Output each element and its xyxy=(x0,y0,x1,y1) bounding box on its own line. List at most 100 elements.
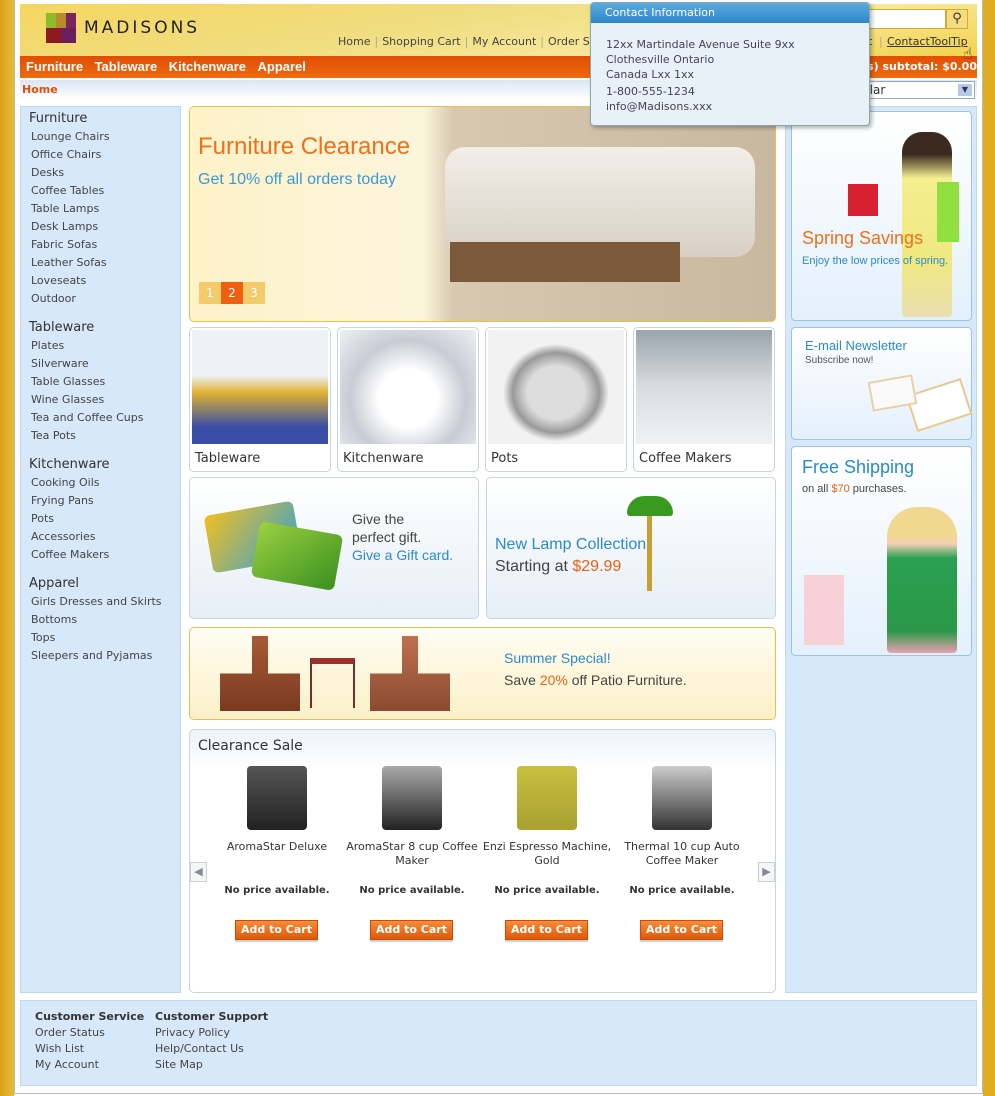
sidebar-item[interactable]: Office Chairs xyxy=(29,148,180,166)
product-price: No price available. xyxy=(359,885,465,896)
newsletter-promo[interactable]: E-mail Newsletter Subscribe now! xyxy=(791,327,973,440)
lamp-promo[interactable]: New Lamp Collection Starting at $29.99 xyxy=(486,477,776,619)
tile-kitchenware[interactable]: Kitchenware xyxy=(337,327,479,472)
logo-icon[interactable] xyxy=(46,13,76,43)
sidebar-item[interactable]: Desks xyxy=(29,166,180,184)
product-image[interactable] xyxy=(652,766,712,830)
tile-coffee-makers[interactable]: Coffee Makers xyxy=(633,327,775,472)
sidebar-item[interactable]: Loveseats xyxy=(29,274,180,292)
next-arrow-icon[interactable]: ▶ xyxy=(758,862,775,882)
sidebar-item[interactable]: Tops xyxy=(29,631,180,649)
add-to-cart-button[interactable]: Add to Cart xyxy=(505,920,588,940)
pager-1[interactable]: 1 xyxy=(199,282,221,304)
nav-tableware[interactable]: Tableware xyxy=(95,59,158,74)
newsletter-title: E-mail Newsletter xyxy=(805,338,907,353)
pager-2[interactable]: 2 xyxy=(221,282,243,304)
sidebar-item[interactable]: Accessories xyxy=(29,530,180,548)
add-to-cart-button[interactable]: Add to Cart xyxy=(640,920,723,940)
nav-apparel[interactable]: Apparel xyxy=(258,59,306,74)
sidebar-category[interactable]: Tableware xyxy=(29,320,180,335)
tile-label: Tableware xyxy=(195,451,261,466)
link-shopping-cart[interactable]: Shopping Cart xyxy=(382,35,460,48)
product-image[interactable] xyxy=(247,766,307,830)
product-image[interactable] xyxy=(382,766,442,830)
clearance-title: Clearance Sale xyxy=(198,738,303,754)
cart-subtotal[interactable]: s) subtotal: $0.00 xyxy=(867,60,977,73)
sidebar-item[interactable]: Lounge Chairs xyxy=(29,130,180,148)
sidebar-item[interactable]: Plates xyxy=(29,339,180,357)
bag-icon xyxy=(848,184,878,216)
sidebar-category[interactable]: Apparel xyxy=(29,576,180,591)
add-to-cart-button[interactable]: Add to Cart xyxy=(235,920,318,940)
lamp-image xyxy=(627,496,673,516)
summer-promo[interactable]: Summer Special! Save 20% off Patio Furni… xyxy=(189,627,776,720)
phone: 1-800-555-1234 xyxy=(606,85,695,98)
sidebar-category[interactable]: Furniture xyxy=(29,111,180,126)
sidebar-item[interactable]: Tea Pots xyxy=(29,429,180,447)
sidebar-item[interactable]: Table Lamps xyxy=(29,202,180,220)
product-name[interactable]: Enzi Espresso Machine, Gold xyxy=(478,840,616,868)
toaster-image xyxy=(340,330,476,444)
product-image[interactable] xyxy=(517,766,577,830)
product-price: No price available. xyxy=(224,885,330,896)
sidebar-category[interactable]: Kitchenware xyxy=(29,457,180,472)
tile-pots[interactable]: Pots xyxy=(485,327,627,472)
gift-card-promo[interactable]: Give the perfect gift. Give a Gift card. xyxy=(189,477,479,619)
sidebar-item[interactable]: Tea and Coffee Cups xyxy=(29,411,180,429)
gift-card-image xyxy=(250,521,344,591)
nav-furniture[interactable]: Furniture xyxy=(26,59,83,74)
sidebar-item[interactable]: Coffee Makers xyxy=(29,548,180,566)
hero-banner[interactable]: Furniture Clearance Get 10% off all orde… xyxy=(189,106,776,322)
nav-kitchenware[interactable]: Kitchenware xyxy=(169,59,246,74)
sidebar-item[interactable]: Silverware xyxy=(29,357,180,375)
spring-sub: Enjoy the low prices of spring. xyxy=(802,255,949,267)
sidebar-item[interactable]: Desk Lamps xyxy=(29,220,180,238)
tile-label: Kitchenware xyxy=(343,451,424,466)
spring-savings-promo[interactable]: Spring Savings Enjoy the low prices of s… xyxy=(791,111,972,321)
sidebar-item[interactable]: Cooking Oils xyxy=(29,476,180,494)
sidebar-item[interactable]: Pots xyxy=(29,512,180,530)
product-name[interactable]: Thermal 10 cup Auto Coffee Maker xyxy=(613,840,751,868)
sidebar-item[interactable]: Leather Sofas xyxy=(29,256,180,274)
gift-line2: perfect gift. xyxy=(352,529,422,545)
sidebar-item[interactable]: Bottoms xyxy=(29,613,180,631)
footer-link[interactable]: Wish List xyxy=(35,1041,144,1057)
logo-text[interactable]: MADISONS xyxy=(84,18,200,38)
link-home[interactable]: Home xyxy=(338,35,370,48)
sidebar-item[interactable]: Sleepers and Pyjamas xyxy=(29,649,180,667)
tile-tableware[interactable]: Tableware xyxy=(189,327,331,472)
summer-title: Summer Special! xyxy=(504,650,611,666)
sidebar-item[interactable]: Fabric Sofas xyxy=(29,238,180,256)
prev-arrow-icon[interactable]: ◀ xyxy=(190,862,207,882)
footer-link[interactable]: My Account xyxy=(35,1057,144,1073)
chair-image xyxy=(370,636,450,711)
breadcrumb-home[interactable]: Home xyxy=(22,83,58,96)
link-my-account[interactable]: My Account xyxy=(472,35,536,48)
clearance-sale: Clearance Sale AromaStar Deluxe No price… xyxy=(189,729,776,993)
lamp-price: $29.99 xyxy=(572,558,622,575)
gift-line1: Give the xyxy=(352,511,405,527)
contact-tooltip-link[interactable]: ContactToolTip xyxy=(887,35,968,48)
footer-link[interactable]: Order Status xyxy=(35,1025,144,1041)
shipping-title: Free Shipping xyxy=(802,457,915,477)
link-order[interactable]: Order S xyxy=(548,35,590,48)
free-shipping-promo[interactable]: Free Shipping on all $70 purchases. xyxy=(791,446,972,656)
table-image xyxy=(310,658,355,708)
sidebar-item[interactable]: Coffee Tables xyxy=(29,184,180,202)
product-name[interactable]: AromaStar 8 cup Coffee Maker xyxy=(343,840,481,868)
sidebar-item[interactable]: Girls Dresses and Skirts xyxy=(29,595,180,613)
product-name[interactable]: AromaStar Deluxe xyxy=(208,840,346,854)
sidebar-item[interactable]: Table Glasses xyxy=(29,375,180,393)
search-icon: ⚲ xyxy=(952,11,962,26)
sidebar-item[interactable]: Frying Pans xyxy=(29,494,180,512)
sidebar-item[interactable]: Wine Glasses xyxy=(29,393,180,411)
footer-link[interactable]: Site Map xyxy=(155,1057,268,1073)
search-button[interactable]: ⚲ xyxy=(946,9,968,29)
search-input[interactable] xyxy=(860,9,946,29)
add-to-cart-button[interactable]: Add to Cart xyxy=(370,920,453,940)
envelope-icon xyxy=(905,377,973,433)
footer-link[interactable]: Help/Contact Us xyxy=(155,1041,268,1057)
sidebar-item[interactable]: Outdoor xyxy=(29,292,180,310)
footer-link[interactable]: Privacy Policy xyxy=(155,1025,268,1041)
pager-3[interactable]: 3 xyxy=(243,282,265,304)
